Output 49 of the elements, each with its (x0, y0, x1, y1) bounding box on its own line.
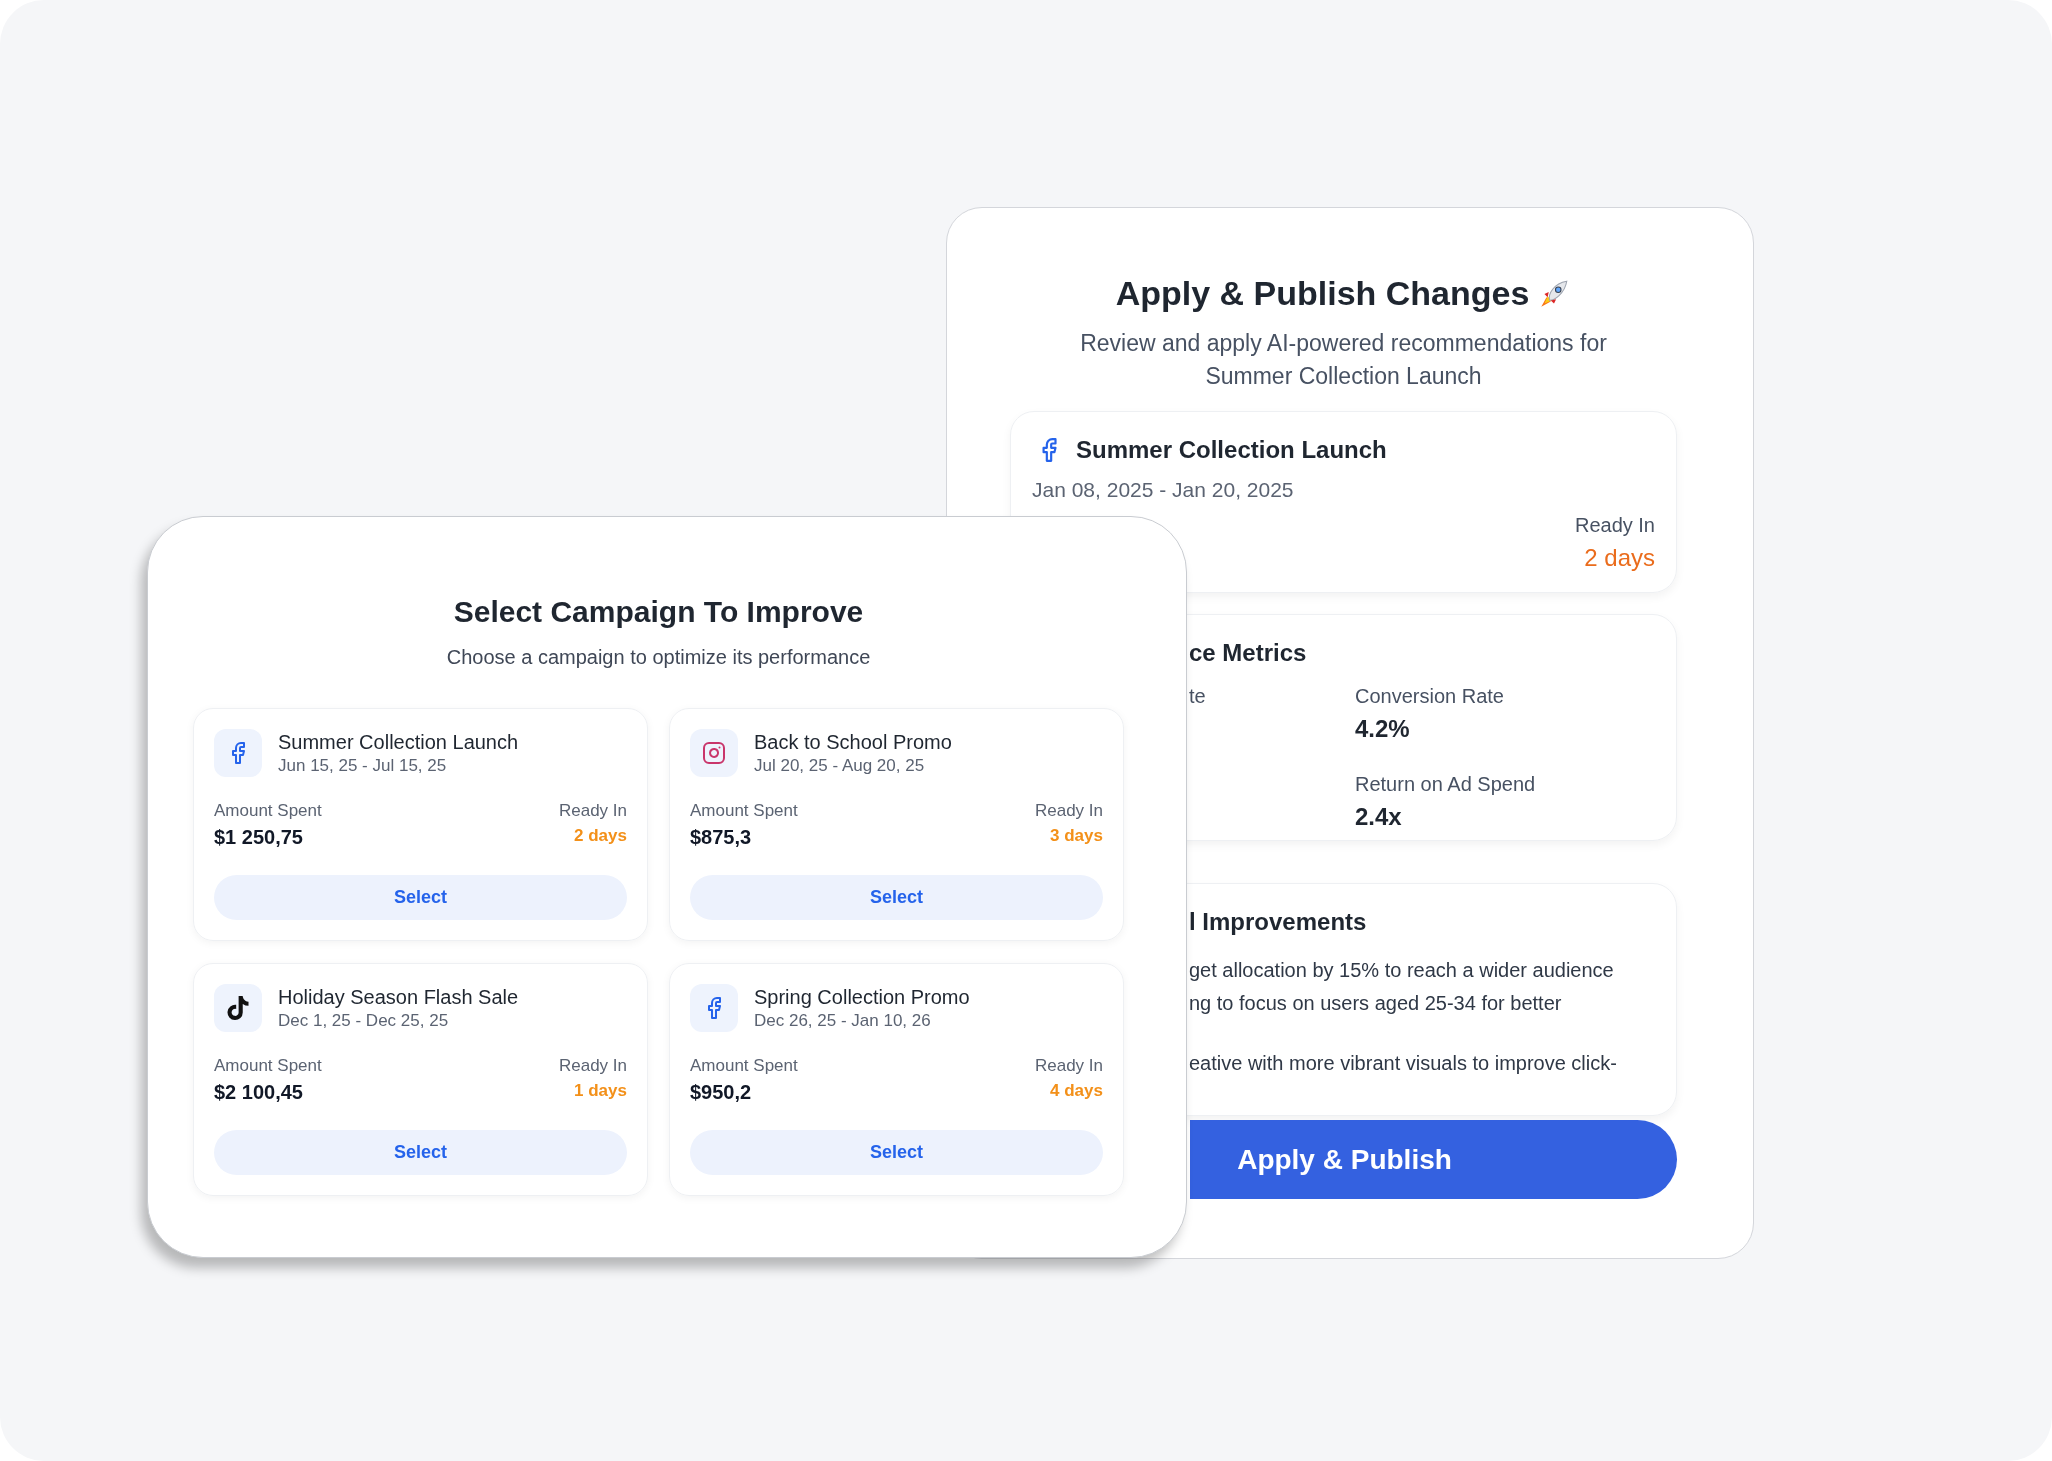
amount-label: Amount Spent (690, 800, 798, 822)
select-button[interactable]: Select (214, 1130, 627, 1175)
ready-label: Ready In (558, 1055, 627, 1077)
campaign-dates: Jun 15, 25 - Jul 15, 25 (278, 755, 448, 777)
ready-value: 3 days (1050, 825, 1103, 847)
section-title: l Improvements (1189, 907, 1368, 937)
ready-value: 1 days (574, 1080, 627, 1102)
metric-label: Conversion Rate (1355, 684, 1505, 709)
campaign-dates: Jan 08, 2025 - Jan 20, 2025 (1032, 477, 1295, 503)
amount-label: Amount Spent (690, 1055, 798, 1077)
campaign-dates: Dec 1, 25 - Dec 25, 25 (278, 1010, 450, 1032)
campaign-dates: Dec 26, 25 - Jan 10, 26 (754, 1010, 932, 1032)
amount-value: $2 100,45 (214, 1080, 304, 1105)
panel-subtitle: Choose a campaign to optimize its performance (445, 645, 872, 670)
ready-value: 2 days (574, 825, 627, 847)
panel-subtitle: Review and apply AI-powered recommendations for Summer Collection Launch (1079, 329, 1608, 391)
campaign-name: Summer Collection Launch (278, 730, 519, 755)
panel-title: Apply & Publish Changes (1115, 273, 1530, 314)
metric-value: 4.2% (1355, 714, 1411, 744)
section-title: ce Metrics (1189, 638, 1308, 668)
ready-label: Ready In (1574, 512, 1655, 538)
improvement-text: get allocation by 15% to reach a wider audience (1189, 958, 1615, 983)
amount-value: $1 250,75 (214, 825, 304, 850)
campaign-dates: Jul 20, 25 - Aug 20, 25 (754, 755, 926, 777)
amount-label: Amount Spent (214, 1055, 322, 1077)
apply-publish-button[interactable]: Apply & Publish (1190, 1120, 1677, 1199)
campaign-name: Summer Collection Launch (1076, 435, 1387, 465)
metric-label: Return on Ad Spend (1355, 772, 1536, 797)
select-button[interactable]: Select (214, 875, 627, 920)
campaign-name: Back to School Promo (754, 730, 952, 755)
amount-value: $950,2 (690, 1080, 753, 1105)
amount-label: Amount Spent (214, 800, 322, 822)
ready-label: Ready In (558, 800, 627, 822)
instagram-icon (702, 741, 726, 765)
campaign-name: Spring Collection Promo (754, 985, 970, 1010)
select-button[interactable]: Select (690, 1130, 1103, 1175)
metric-value: 2.4x (1355, 802, 1403, 832)
improvement-text: eative with more vibrant visuals to improve click- (1189, 1051, 1618, 1076)
campaign-name: Holiday Season Flash Sale (278, 985, 519, 1010)
panel-title: Select Campaign To Improve (452, 594, 865, 630)
improvement-text: ng to focus on users aged 25-34 for better (1189, 991, 1563, 1016)
ready-value: 2 days (1584, 542, 1655, 573)
select-button[interactable]: Select (690, 875, 1103, 920)
tiktok-icon (226, 996, 250, 1020)
amount-value: $875,3 (690, 825, 753, 850)
ready-value: 4 days (1050, 1080, 1103, 1102)
metric-label: te (1189, 684, 1207, 709)
ready-label: Ready In (1034, 1055, 1103, 1077)
ready-label: Ready In (1034, 800, 1103, 822)
